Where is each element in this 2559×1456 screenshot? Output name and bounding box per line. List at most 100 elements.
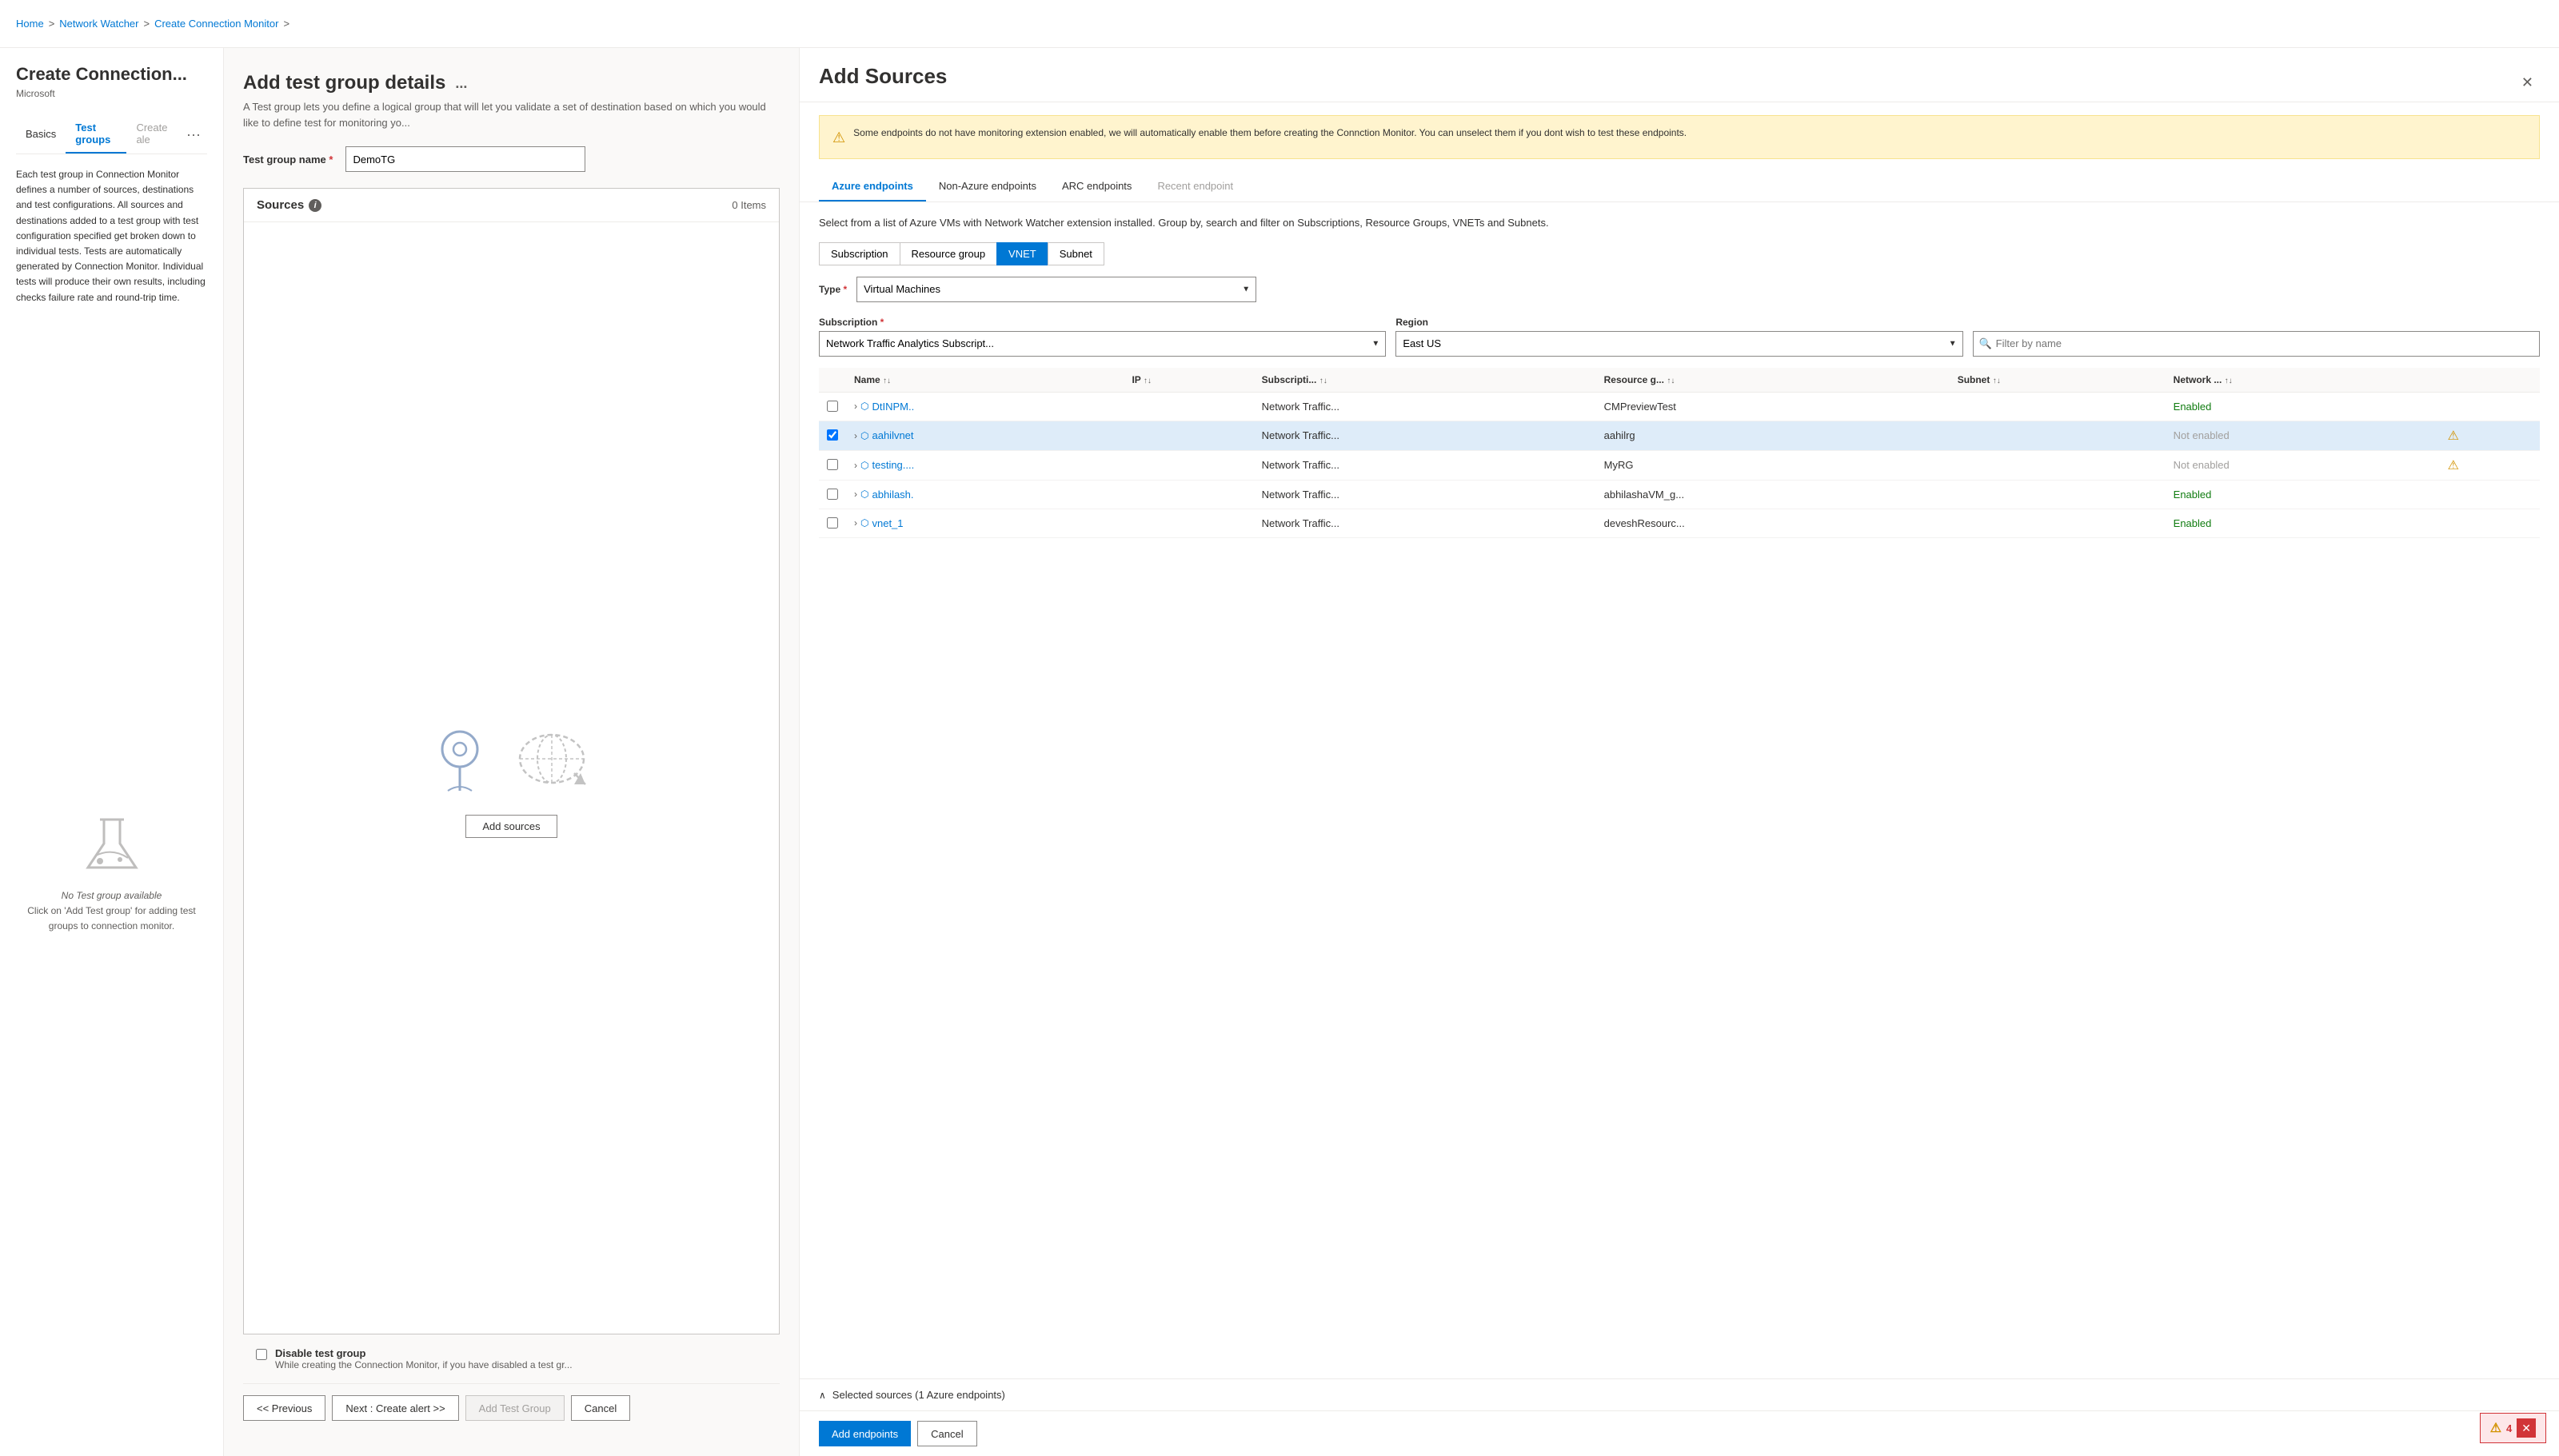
name-dtinpm[interactable]: DtINPM..: [872, 401, 914, 413]
row-ip-2: [1124, 421, 1253, 450]
row-sub-2: Network Traffic...: [1254, 421, 1596, 450]
vm-icon-4: ⬡: [860, 489, 868, 500]
error-close-button[interactable]: ✕: [2517, 1418, 2536, 1438]
th-network[interactable]: Network ... ↑↓: [2166, 368, 2440, 393]
table-row: › ⬡ aahilvnet Network Traffic... aahilrg…: [819, 421, 2540, 450]
row-subnet-2: [1950, 421, 2166, 450]
sidebar-more-icon[interactable]: ···: [180, 123, 207, 146]
checkbox-abhilash[interactable]: [827, 489, 838, 500]
th-ip[interactable]: IP ↑↓: [1124, 368, 1253, 393]
sidebar-tabs: Basics Test groups Create ale ···: [16, 115, 207, 154]
disable-group-row: Disable test group While creating the Co…: [243, 1334, 780, 1383]
form-grid: Subscription * Network Traffic Analytics…: [819, 317, 2540, 357]
row-warn-2: ⚠: [2440, 421, 2540, 450]
cancel-button-right[interactable]: Cancel: [917, 1421, 976, 1446]
region-group: Region East US ▼: [1395, 317, 1962, 357]
th-subnet[interactable]: Subnet ↑↓: [1950, 368, 2166, 393]
warning-banner: ⚠ Some endpoints do not have monitoring …: [819, 115, 2540, 159]
middle-panel: Add test group details ... A Test group …: [224, 48, 800, 1456]
row-checkbox-3[interactable]: [819, 450, 846, 480]
disable-test-group-checkbox[interactable]: [256, 1349, 267, 1360]
sources-count: 0 Items: [732, 199, 766, 211]
tab-test-groups[interactable]: Test groups: [66, 115, 126, 154]
breadcrumb-create[interactable]: Create Connection Monitor: [154, 18, 278, 30]
expand-vnet1[interactable]: ›: [854, 517, 857, 529]
empty-text2: Click on 'Add Test group' for adding tes…: [27, 905, 195, 931]
region-select[interactable]: East US: [1395, 331, 1962, 357]
sidebar: Create Connection... Microsoft Basics Te…: [0, 48, 224, 1456]
th-resource-group[interactable]: Resource g... ↑↓: [1596, 368, 1950, 393]
subscription-select[interactable]: Network Traffic Analytics Subscript...: [819, 331, 1386, 357]
filter-subnet-btn[interactable]: Subnet: [1048, 242, 1104, 265]
breadcrumb-sep2: >: [144, 18, 150, 30]
subscription-group: Subscription * Network Traffic Analytics…: [819, 317, 1386, 357]
add-endpoints-button[interactable]: Add endpoints: [819, 1421, 911, 1446]
resource-name-dtinpm: › ⬡ DtINPM..: [854, 401, 1116, 413]
row-rg-3: MyRG: [1596, 450, 1950, 480]
expand-aahilvnet[interactable]: ›: [854, 430, 857, 441]
row-checkbox-1[interactable]: [819, 392, 846, 421]
sidebar-description: Each test group in Connection Monitor de…: [16, 167, 207, 305]
type-select-wrapper: Virtual Machines ▼: [856, 277, 1256, 302]
flask-icon: [80, 812, 144, 876]
add-sources-button[interactable]: Add sources: [465, 815, 557, 838]
filter-vnet-btn[interactable]: VNET: [996, 242, 1048, 265]
checkbox-dtinpm[interactable]: [827, 401, 838, 412]
close-panel-button[interactable]: ✕: [2515, 71, 2540, 94]
panel-title-text: Add test group details: [243, 72, 445, 94]
right-panel-tabs: Azure endpoints Non-Azure endpoints ARC …: [800, 172, 2559, 202]
region-select-wrapper: East US ▼: [1395, 331, 1962, 357]
name-abhilash[interactable]: abhilash.: [872, 489, 913, 501]
right-panel-bottom: Add endpoints Cancel: [800, 1410, 2559, 1456]
row-checkbox-5[interactable]: [819, 509, 846, 537]
sources-empty-state: Add sources: [244, 222, 779, 1334]
row-ip-3: [1124, 450, 1253, 480]
row-network-3: Not enabled: [2166, 450, 2440, 480]
checkbox-aahilvnet[interactable]: [827, 429, 838, 441]
filter-name-input[interactable]: [1973, 331, 2540, 357]
tab-basics[interactable]: Basics: [16, 122, 66, 148]
add-test-group-button[interactable]: Add Test Group: [465, 1395, 565, 1421]
expand-dtinpm[interactable]: ›: [854, 401, 857, 412]
checkbox-testing[interactable]: [827, 459, 838, 470]
row-subnet-3: [1950, 450, 2166, 480]
row-checkbox-2[interactable]: [819, 421, 846, 450]
tab-non-azure-endpoints[interactable]: Non-Azure endpoints: [926, 172, 1049, 201]
globe-icon: [512, 727, 592, 791]
filter-name-group: 🔍: [1973, 317, 2540, 357]
next-create-alert-button[interactable]: Next : Create alert >>: [332, 1395, 458, 1421]
panel-description: A Test group lets you define a logical g…: [243, 99, 780, 130]
type-select[interactable]: Virtual Machines: [856, 277, 1256, 302]
test-group-name-input[interactable]: [345, 146, 585, 172]
row-checkbox-4[interactable]: [819, 480, 846, 509]
select-description: Select from a list of Azure VMs with Net…: [819, 215, 2540, 231]
name-aahilvnet[interactable]: aahilvnet: [872, 429, 913, 441]
top-bar: Home > Network Watcher > Create Connecti…: [0, 0, 2559, 48]
right-panel-title: Add Sources: [819, 64, 947, 102]
tab-azure-endpoints[interactable]: Azure endpoints: [819, 172, 926, 201]
checkbox-vnet1[interactable]: [827, 517, 838, 529]
selected-sources-chevron[interactable]: ∧: [819, 1390, 826, 1401]
th-name[interactable]: Name ↑↓: [846, 368, 1124, 393]
previous-button[interactable]: << Previous: [243, 1395, 325, 1421]
breadcrumb-network-watcher[interactable]: Network Watcher: [59, 18, 138, 30]
name-testing[interactable]: testing....: [872, 459, 914, 471]
sidebar-empty-state: No Test group available Click on 'Add Te…: [16, 305, 207, 1440]
expand-abhilash[interactable]: ›: [854, 489, 857, 500]
selected-sources-bar: ∧ Selected sources (1 Azure endpoints): [800, 1378, 2559, 1410]
row-network-5: Enabled: [2166, 509, 2440, 537]
filter-row: Subscription Resource group VNET Subnet: [819, 242, 2540, 265]
main-container: Create Connection... Microsoft Basics Te…: [0, 48, 2559, 1456]
table-row: › ⬡ testing.... Network Traffic... MyRG …: [819, 450, 2540, 480]
th-subscription[interactable]: Subscripti... ↑↓: [1254, 368, 1596, 393]
filter-resource-group-btn[interactable]: Resource group: [900, 242, 997, 265]
warning-icon: ⚠: [832, 127, 845, 149]
panel-more-icon[interactable]: ...: [455, 75, 467, 92]
filter-subscription-btn[interactable]: Subscription: [819, 242, 900, 265]
breadcrumb-home[interactable]: Home: [16, 18, 44, 30]
expand-testing[interactable]: ›: [854, 460, 857, 471]
row-name-2: › ⬡ aahilvnet: [846, 421, 1124, 450]
name-vnet1[interactable]: vnet_1: [872, 517, 903, 529]
tab-arc-endpoints[interactable]: ARC endpoints: [1049, 172, 1144, 201]
cancel-button-middle[interactable]: Cancel: [571, 1395, 630, 1421]
